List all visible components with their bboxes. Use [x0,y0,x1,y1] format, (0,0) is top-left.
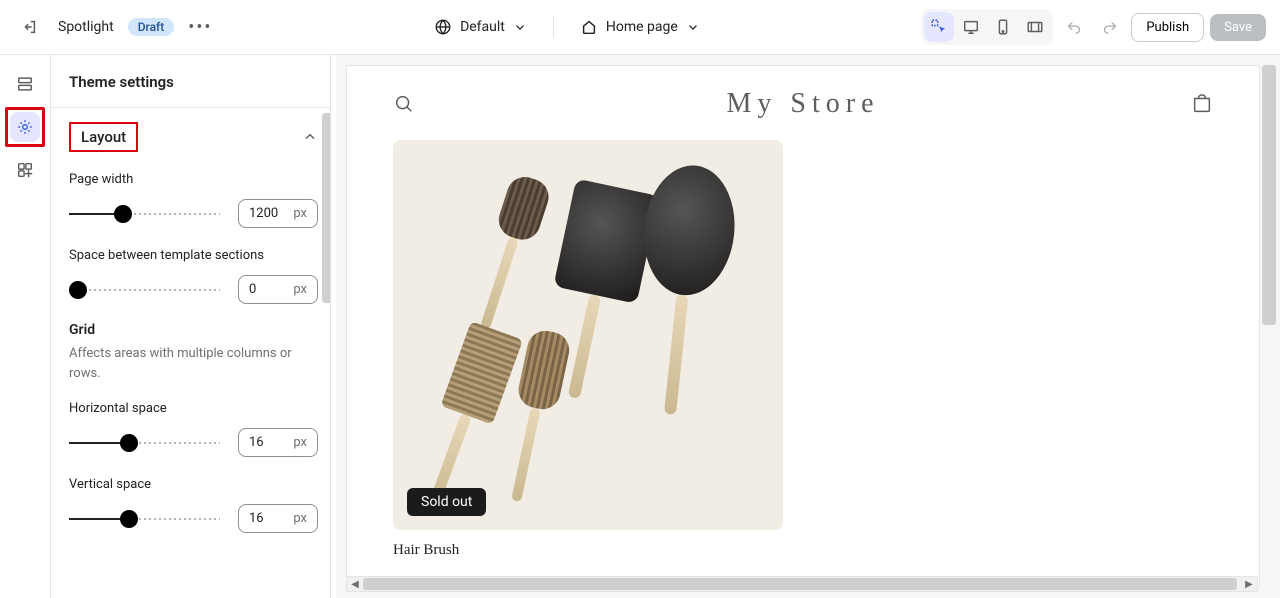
scroll-left-arrow[interactable]: ◀ [347,577,363,591]
sidebar-title: Theme settings [51,55,336,108]
store-title: My Store [727,88,880,120]
product-name: Hair Brush [393,542,783,559]
layout-section-title: Layout [69,122,138,152]
grid-group: Grid Affects areas with multiple columns… [51,306,336,395]
desktop-preview-button[interactable] [956,12,986,42]
page-width-input[interactable]: 1200 px [238,199,318,228]
vertical-space-slider[interactable] [69,510,220,528]
topbar: Spotlight Draft ••• Default Home page [0,0,1280,55]
page-width-label: Page width [69,172,318,187]
device-mode-group [921,9,1053,45]
scroll-right-arrow[interactable]: ▶ [1241,577,1257,591]
layout-section-toggle[interactable]: Layout [51,108,336,166]
page-width-slider[interactable] [69,205,220,223]
horizontal-space-slider[interactable] [69,434,220,452]
theme-settings-sidebar: Theme settings Layout Page width 1200 px [51,55,336,598]
rail-sections-button[interactable] [10,69,40,99]
storefront-header: My Store [347,66,1259,130]
product-card[interactable]: Sold out Hair Brush [393,140,783,559]
grid-header: Grid [69,322,318,338]
more-actions-button[interactable]: ••• [188,17,212,38]
rail-theme-settings-button[interactable] [10,112,40,142]
preview-frame: My Store [346,65,1260,588]
theme-name: Spotlight [58,19,114,35]
space-between-setting: Space between template sections 0 px [51,242,336,306]
publish-button[interactable]: Publish [1131,13,1204,42]
horizontal-space-label: Horizontal space [69,401,318,416]
undo-button[interactable] [1059,12,1089,42]
cart-icon[interactable] [1191,93,1213,115]
exit-editor-button[interactable] [14,12,44,42]
save-button[interactable]: Save [1210,14,1266,41]
viewport-preset-label: Default [460,19,505,35]
sold-out-badge: Sold out [407,488,486,516]
vertical-space-label: Vertical space [69,477,318,492]
viewport-preset-dropdown[interactable]: Default [426,14,535,40]
vertical-space-setting: Vertical space 16 px [51,471,336,535]
fullwidth-preview-button[interactable] [1020,12,1050,42]
divider [553,16,554,38]
grid-description: Affects areas with multiple columns or r… [69,344,318,383]
rail-settings-highlight [5,107,45,147]
product-image: Sold out [393,140,783,530]
search-icon[interactable] [393,93,415,115]
main-area: Theme settings Layout Page width 1200 px [0,55,1280,598]
horizontal-space-setting: Horizontal space 16 px [51,395,336,459]
vertical-space-input[interactable]: 16 px [238,504,318,533]
preview-horizontal-scrollbar[interactable]: ◀ ▶ [346,576,1258,592]
left-rail [0,55,51,598]
mobile-preview-button[interactable] [988,12,1018,42]
space-between-slider[interactable] [69,281,220,299]
draft-badge: Draft [128,18,175,36]
page-width-setting: Page width 1200 px [51,166,336,230]
chevron-down-icon [686,20,700,34]
redo-button[interactable] [1095,12,1125,42]
space-between-label: Space between template sections [69,248,318,263]
space-between-input[interactable]: 0 px [238,275,318,304]
preview-vertical-scrollbar[interactable] [1262,65,1276,568]
inspector-mode-button[interactable] [924,12,954,42]
horizontal-space-input[interactable]: 16 px [238,428,318,457]
preview-pane: My Store [336,55,1280,598]
chevron-down-icon [513,20,527,34]
page-selector-dropdown[interactable]: Home page [572,14,708,40]
rail-apps-button[interactable] [10,155,40,185]
chevron-up-icon [302,129,318,145]
page-selector-label: Home page [606,19,678,35]
